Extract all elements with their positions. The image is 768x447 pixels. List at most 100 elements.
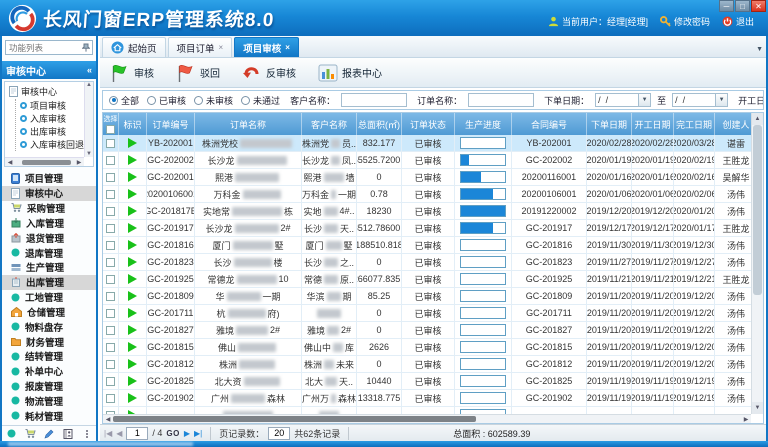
radio-circle[interactable]	[194, 96, 203, 105]
table-row[interactable]: GC-201825北大资北大天..10440已审核GC-2018252019/1…	[103, 373, 763, 390]
sidebar-item-仓储管理[interactable]: 仓储管理	[2, 304, 96, 319]
sidebar-item-报废管理[interactable]: 报废管理	[2, 379, 96, 394]
row-checkbox[interactable]	[106, 360, 115, 369]
table-horizontal-scrollbar[interactable]: ◀ ▶	[103, 414, 751, 423]
scroll-thumb[interactable]	[22, 160, 71, 165]
page-size-input[interactable]	[268, 427, 290, 440]
scroll-left-icon[interactable]: ◀	[5, 159, 15, 166]
table-row[interactable]: GC-202001熙港熙港墙0已审核202001160012020/01/162…	[103, 169, 763, 186]
more-icon[interactable]	[82, 429, 92, 439]
table-row[interactable]: GC-201817B实地常栋实地4#..18230已审核201912200022…	[103, 203, 763, 220]
tree-horizontal-scrollbar[interactable]: ◀▶	[5, 157, 84, 166]
scroll-right-icon[interactable]: ▶	[74, 159, 84, 166]
row-checkbox[interactable]	[106, 411, 115, 415]
table-row[interactable]: GC-201925常德龙10常德原..266077.835..已审核GC-201…	[103, 271, 763, 288]
collapse-panel-icon[interactable]: «	[87, 65, 92, 75]
function-search-input[interactable]	[6, 43, 82, 53]
sidebar-item-退货管理[interactable]: 退货管理	[2, 230, 96, 245]
sidebar-item-出库管理[interactable]: 出库管理	[2, 275, 96, 290]
chevron-down-icon[interactable]: ▼	[716, 93, 728, 107]
sidebar-item-耗材管理[interactable]: 耗材管理	[2, 408, 96, 423]
column-header-开工日期[interactable]: 开工日期	[632, 113, 674, 135]
radio-全部[interactable]: 全部	[109, 94, 139, 107]
last-page-button[interactable]: ▶|	[194, 429, 202, 438]
column-header-完工日期[interactable]: 完工日期	[674, 113, 715, 135]
table-row[interactable]: GC-201711杭府)0已审核GC-2017112019/11/202019/…	[103, 305, 763, 322]
row-checkbox[interactable]	[106, 207, 115, 216]
row-checkbox[interactable]	[106, 326, 115, 335]
column-header-选择[interactable]: 选择	[103, 113, 119, 135]
column-header-总面积(㎡)[interactable]: 总面积(㎡)	[357, 113, 402, 135]
row-checkbox[interactable]	[106, 292, 115, 301]
row-checkbox[interactable]	[106, 173, 115, 182]
sidebar-item-项目管理[interactable]: 项目管理	[2, 171, 96, 186]
row-checkbox[interactable]	[106, 309, 115, 318]
tree-item-出库审核[interactable]: 出库审核	[16, 125, 93, 138]
column-header-标识[interactable]: 标识	[119, 113, 147, 135]
radio-circle[interactable]	[109, 96, 118, 105]
row-checkbox[interactable]	[106, 394, 115, 403]
customer-name-input[interactable]	[341, 93, 407, 107]
tab-起始页[interactable]: 起始页	[102, 37, 166, 57]
chevron-down-icon[interactable]: ▼	[639, 93, 651, 107]
row-checkbox[interactable]	[106, 343, 115, 352]
row-checkbox[interactable]	[106, 224, 115, 233]
order-date-to-input[interactable]	[672, 93, 716, 107]
page-number-input[interactable]	[126, 427, 148, 440]
maximize-button[interactable]: □	[735, 0, 750, 12]
反审核-button[interactable]: 反审核	[238, 62, 300, 84]
scroll-down-icon[interactable]: ▼	[752, 402, 763, 414]
radio-circle[interactable]	[241, 96, 250, 105]
审核-button[interactable]: 审核	[106, 61, 158, 85]
column-header-客户名称[interactable]: 客户名称	[302, 113, 357, 135]
row-checkbox[interactable]	[106, 377, 115, 386]
scroll-down-icon[interactable]: ▼	[85, 151, 93, 157]
驳回-button[interactable]: 驳回	[172, 61, 224, 85]
cart-icon[interactable]	[25, 429, 35, 439]
radio-未通过[interactable]: 未通过	[241, 94, 280, 107]
tree-item-项目审核[interactable]: 项目审核	[16, 99, 93, 112]
tree-item-入库审核[interactable]: 入库审核	[16, 112, 93, 125]
scroll-right-icon[interactable]: ▶	[741, 416, 751, 423]
book-icon[interactable]	[63, 429, 73, 439]
sidebar-item-审核中心[interactable]: 审核中心	[2, 186, 96, 201]
tree-vertical-scrollbar[interactable]: ▲▼	[84, 82, 93, 157]
column-header-生产进度[interactable]: 生产进度	[455, 113, 512, 135]
sidebar-item-财务管理[interactable]: 财务管理	[2, 334, 96, 349]
tab-项目订单[interactable]: 项目订单×	[168, 37, 233, 57]
row-checkbox[interactable]	[106, 258, 115, 267]
table-row[interactable]: GC-201809华一期华滨期85.25已审核GC-2018092019/11/…	[103, 288, 763, 305]
close-button[interactable]: ✕	[751, 0, 766, 12]
order-name-input[interactable]	[468, 93, 534, 107]
table-row[interactable]: GC-201823长沙楼长沙之..0已审核GC-2018232019/11/27…	[103, 254, 763, 271]
sidebar-item-退库管理[interactable]: 退库管理	[2, 245, 96, 260]
tab-close-icon[interactable]: ×	[219, 43, 224, 52]
报表中心-button[interactable]: 报表中心	[314, 62, 386, 84]
sidebar-item-采购管理[interactable]: 采购管理	[2, 201, 96, 216]
table-row[interactable]: GC-201816厦门墅厦门墅188510.818已审核GC-201816201…	[103, 237, 763, 254]
pen-icon[interactable]	[44, 429, 54, 439]
sidebar-item-生产管理[interactable]: 生产管理	[2, 260, 96, 275]
order-date-from-input[interactable]	[595, 93, 639, 107]
go-button[interactable]: GO	[166, 429, 179, 438]
scroll-up-icon[interactable]: ▲	[752, 113, 763, 125]
table-row[interactable]: GC-201917长沙龙2#长沙天..8512.78600..已审核GC-201…	[103, 220, 763, 237]
table-row[interactable]: GC-201902广州森林广州万森林13318.775已审核GC-2019022…	[103, 390, 763, 407]
scroll-thumb[interactable]	[113, 416, 476, 422]
column-header-订单名称[interactable]: 订单名称	[195, 113, 302, 135]
sidebar-item-工地管理[interactable]: 工地管理	[2, 290, 96, 305]
column-header-订单编号[interactable]: 订单编号	[147, 113, 195, 135]
table-row[interactable]: GC-201812株洲株洲未来0已审核GC-2018122019/11/2020…	[103, 356, 763, 373]
column-header-下单日期[interactable]: 下单日期	[587, 113, 632, 135]
row-checkbox[interactable]	[106, 275, 115, 284]
table-row[interactable]: YB-202001株洲党校株洲党员..832.177已审核YB-20200120…	[103, 135, 763, 152]
scroll-up-icon[interactable]: ▲	[85, 82, 93, 88]
radio-circle[interactable]	[147, 96, 156, 105]
sidebar-item-物流管理[interactable]: 物流管理	[2, 393, 96, 408]
change-password-button[interactable]: 修改密码	[660, 15, 710, 28]
minimize-button[interactable]: ─	[719, 0, 734, 12]
radio-未审核[interactable]: 未审核	[194, 94, 233, 107]
scroll-thumb[interactable]	[753, 125, 762, 295]
sidebar-item-结转管理[interactable]: 结转管理	[2, 349, 96, 364]
column-header-订单状态[interactable]: 订单状态	[402, 113, 455, 135]
